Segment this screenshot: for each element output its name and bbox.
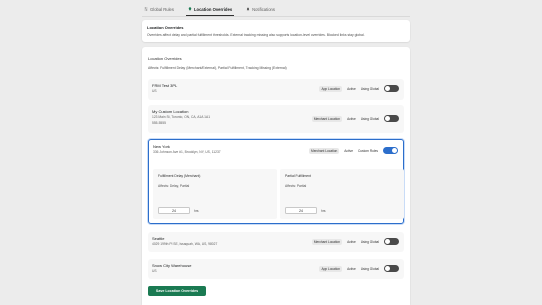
tab-label: Notifications xyxy=(252,6,275,12)
location-address: 123 Main St, Toronto, ON, CA, A1A 1A1 xyxy=(152,115,211,119)
location-controls: Merchant Location Active Custom Rules xyxy=(309,147,398,154)
location-type-badge: App Location xyxy=(319,85,343,92)
sliders-icon xyxy=(144,7,148,11)
location-type-badge: Merchant Location xyxy=(309,147,340,154)
save-location-overrides-button[interactable]: Save Location Overrides xyxy=(148,286,206,296)
affects-text: Affects: Fulfillment Delay (Merchant/Ext… xyxy=(148,66,287,70)
section-title: Location Overrides xyxy=(148,56,182,61)
partial-rule-title: Partial Fulfillment xyxy=(285,174,312,178)
location-name: Snow City Warehouse xyxy=(152,263,192,268)
toggle-knob xyxy=(385,86,390,91)
tab-bar: Global Rules Location Overrides Notifica… xyxy=(142,2,277,16)
partial-hours-unit: hrs xyxy=(321,209,326,213)
tab-location-overrides[interactable]: Location Overrides xyxy=(185,2,235,16)
location-type-badge: Merchant Location xyxy=(311,238,343,245)
info-text: Overrides affect delay and partial fulfi… xyxy=(147,33,365,37)
location-row-selected: New York 336 Johnson Ave #1, Brooklyn, N… xyxy=(148,139,404,224)
partial-hours-input[interactable]: 24 xyxy=(285,207,317,214)
tab-divider xyxy=(142,16,410,17)
location-row: Seattle 4029 199th Pl SE, Issaquah, WA, … xyxy=(148,232,404,252)
delay-rule-panel: Fulfillment Delay (Merchant) Affects: De… xyxy=(153,169,277,219)
location-address: 4029 199th Pl SE, Issaquah, WA, US, 9802… xyxy=(152,242,218,246)
location-phone: 555-5555 xyxy=(152,121,166,125)
status-badge: Active xyxy=(347,266,356,271)
toggle-knob xyxy=(385,239,390,244)
info-title: Location Overrides xyxy=(147,25,184,30)
mode-label: Using Global xyxy=(360,86,379,91)
mode-label: Custom Rules xyxy=(357,148,378,153)
info-card: Location Overrides Overrides affect dela… xyxy=(142,20,410,42)
delay-hours-unit: hrs xyxy=(194,209,199,213)
app-page: Global Rules Location Overrides Notifica… xyxy=(0,0,542,305)
location-row: My Custom Location 123 Main St, Toronto,… xyxy=(148,105,404,133)
location-address: US xyxy=(152,269,157,273)
location-address: 336 Johnson Ave #1, Brooklyn, NY, US, 11… xyxy=(153,150,221,154)
delay-rule-title: Fulfillment Delay (Merchant) xyxy=(158,174,201,178)
location-controls: Merchant Location Active Using Global xyxy=(311,115,399,122)
override-toggle[interactable] xyxy=(383,147,398,154)
tab-notifications[interactable]: Notifications xyxy=(244,2,277,16)
location-controls: App Location Active Using Global xyxy=(319,85,399,92)
partial-rule-panel: Partial Fulfillment Affects: Partial 24 … xyxy=(280,169,404,219)
location-name: FRM Test 3PL xyxy=(152,83,178,88)
status-badge: Active xyxy=(347,239,356,244)
mode-label: Using Global xyxy=(360,239,379,244)
location-type-badge: Merchant Location xyxy=(311,115,343,122)
location-overrides-card: Location Overrides Affects: Fulfillment … xyxy=(142,47,410,305)
override-toggle[interactable] xyxy=(384,85,399,92)
bell-icon xyxy=(246,7,250,11)
status-badge: Active xyxy=(347,86,356,91)
delay-rule-affects: Affects: Delay, Partial xyxy=(158,184,190,188)
override-toggle[interactable] xyxy=(384,265,399,272)
status-badge: Active xyxy=(344,148,353,153)
location-name: Seattle xyxy=(152,236,165,241)
location-controls: Merchant Location Active Using Global xyxy=(311,238,399,245)
tab-label: Location Overrides xyxy=(193,6,233,12)
toggle-knob xyxy=(392,148,397,153)
location-name: New York xyxy=(153,144,170,149)
location-row: FRM Test 3PL US App Location Active Usin… xyxy=(148,79,404,100)
mode-label: Using Global xyxy=(360,266,379,271)
location-name: My Custom Location xyxy=(152,109,189,114)
pin-icon xyxy=(188,7,192,11)
override-toggle[interactable] xyxy=(384,115,399,122)
toggle-knob xyxy=(385,266,390,271)
mode-label: Using Global xyxy=(360,116,379,121)
toggle-knob xyxy=(385,116,390,121)
location-address: US xyxy=(152,89,157,93)
delay-hours-input[interactable]: 24 xyxy=(158,207,190,214)
tab-global-rules[interactable]: Global Rules xyxy=(142,2,176,16)
partial-rule-affects: Affects: Partial xyxy=(285,184,307,188)
location-row: Snow City Warehouse US App Location Acti… xyxy=(148,259,404,279)
override-toggle[interactable] xyxy=(384,238,399,245)
location-type-badge: App Location xyxy=(319,265,343,272)
status-badge: Active xyxy=(347,116,356,121)
tab-label: Global Rules xyxy=(150,6,174,12)
location-controls: App Location Active Using Global xyxy=(319,265,399,272)
